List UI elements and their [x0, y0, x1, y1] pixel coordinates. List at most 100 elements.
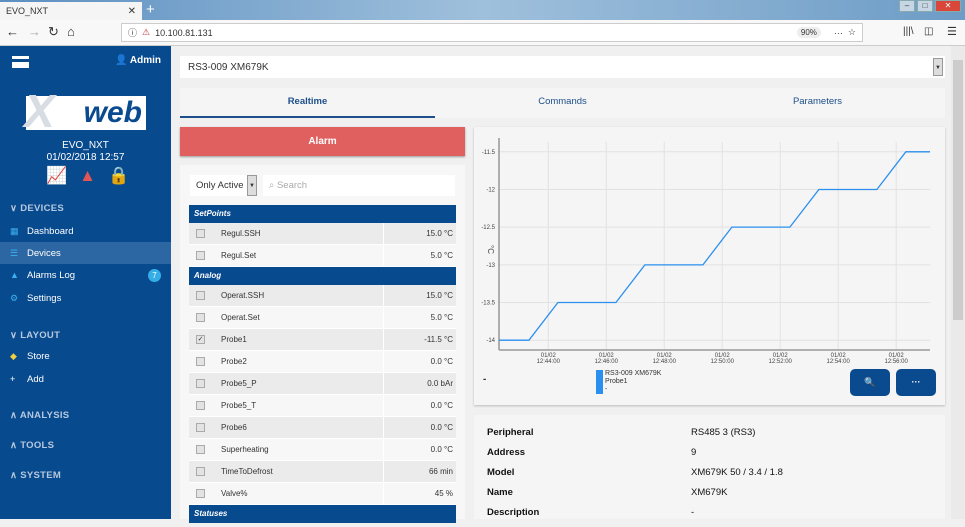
- section-tools[interactable]: ∧ TOOLS: [10, 440, 54, 451]
- sidebar-item-dashboard[interactable]: ▦ Dashboard: [0, 220, 171, 242]
- chevron-down-icon[interactable]: ▼: [933, 58, 943, 76]
- gear-icon: ⚙: [10, 292, 19, 303]
- browser-toolbar: ← → ↻ ⌂ ⓘ ⚠ 10.100.81.131 90% ··· ☆ |||\ ◫ ☰: [0, 20, 965, 46]
- x-tick-time: 12:54:00: [827, 359, 851, 365]
- row-checkbox[interactable]: [196, 357, 205, 366]
- variable-value: 5.0 °C: [430, 251, 453, 260]
- zoom-level[interactable]: 90%: [796, 27, 821, 38]
- url-bar[interactable]: ⓘ ⚠ 10.100.81.131 90% ··· ☆: [121, 23, 863, 42]
- home-icon[interactable]: ⌂: [67, 24, 75, 39]
- reload-icon[interactable]: ↻: [48, 24, 59, 40]
- y-tick-label: -11.5: [482, 150, 496, 156]
- bookmark-star-icon[interactable]: ☆: [848, 27, 856, 38]
- sidebar-item-devices[interactable]: ☰ Devices: [0, 242, 171, 264]
- store-icon: ◆: [10, 350, 17, 361]
- y-tick-label: -13.5: [481, 301, 495, 307]
- table-row: TimeToDefrost 66 min: [189, 461, 456, 483]
- tab-commands[interactable]: Commands: [435, 88, 690, 118]
- table-row: Operat.SSH 15.0 °C: [189, 285, 456, 307]
- section-devices[interactable]: ∨ DEVICES: [10, 203, 64, 214]
- table-row: Superheating 0.0 °C: [189, 439, 456, 461]
- tab-title: EVO_NXT: [6, 6, 49, 16]
- info-label: Description: [487, 507, 540, 518]
- y-tick-label: -12: [486, 187, 495, 193]
- window-close-icon[interactable]: ✕: [935, 0, 961, 12]
- user-menu[interactable]: 👤 Admin: [115, 55, 161, 66]
- tab-parameters[interactable]: Parameters: [690, 88, 945, 118]
- minimize-icon[interactable]: –: [899, 0, 915, 12]
- row-checkbox[interactable]: [196, 467, 205, 476]
- row-checkbox[interactable]: [196, 445, 205, 454]
- y-tick-label: -13: [486, 263, 495, 269]
- row-checkbox[interactable]: [196, 251, 205, 260]
- sidebar-item-add[interactable]: + Add: [0, 368, 171, 390]
- group-header: Analog: [189, 267, 456, 285]
- alarm-icon: ▲: [10, 270, 19, 280]
- variable-value: 0.0 °C: [430, 445, 453, 454]
- info-label: Address: [487, 447, 526, 458]
- library-icon[interactable]: |||\: [903, 26, 914, 37]
- info-value: XM679K: [691, 487, 728, 498]
- row-checkbox[interactable]: [196, 423, 205, 432]
- variable-name: Probe1: [221, 329, 384, 350]
- more-options-button[interactable]: ···: [896, 369, 936, 396]
- variable-name: Operat.Set: [221, 307, 384, 328]
- row-checkbox[interactable]: ✓: [196, 335, 205, 344]
- info-row: Model XM679K 50 / 3.4 / 1.8: [487, 467, 783, 487]
- row-checkbox[interactable]: [196, 379, 205, 388]
- search-input[interactable]: ⌕ Search: [263, 175, 455, 196]
- info-value: RS485 3 (RS3): [691, 427, 756, 438]
- more-icon[interactable]: ···: [834, 28, 843, 38]
- sidebar-item-settings[interactable]: ⚙ Settings: [0, 287, 171, 309]
- sidebar-toggle-icon[interactable]: ◫: [924, 26, 933, 37]
- chevron-down-icon[interactable]: ▼: [247, 175, 257, 196]
- new-tab-icon[interactable]: +: [146, 1, 155, 18]
- x-tick-time: 12:44:00: [537, 359, 561, 365]
- filter-select[interactable]: Only Active: [190, 175, 248, 196]
- back-icon[interactable]: ←: [6, 24, 19, 39]
- variable-name: Probe5_T: [221, 395, 384, 416]
- lock-icon[interactable]: 🔒: [108, 166, 129, 186]
- table-row: Probe2 0.0 °C: [189, 351, 456, 373]
- section-layout[interactable]: ∨ LAYOUT: [10, 330, 60, 341]
- warning-icon[interactable]: ▲: [79, 166, 96, 186]
- row-checkbox[interactable]: [196, 291, 205, 300]
- row-checkbox[interactable]: [196, 313, 205, 322]
- table-row: Operat.Set 5.0 °C: [189, 307, 456, 329]
- monitor-icon[interactable]: 📈: [46, 166, 67, 186]
- forward-icon[interactable]: →: [28, 24, 41, 39]
- info-value: -: [691, 507, 695, 518]
- insecure-icon: ⚠: [142, 27, 151, 37]
- scrollbar-thumb[interactable]: [953, 60, 963, 320]
- info-row: Peripheral RS485 3 (RS3): [487, 427, 755, 447]
- hamburger-menu-icon[interactable]: [12, 56, 29, 68]
- device-select[interactable]: RS3-009 XM679K ▼: [180, 56, 945, 78]
- maximize-icon[interactable]: □: [917, 0, 933, 12]
- section-analysis[interactable]: ∧ ANALYSIS: [10, 410, 69, 421]
- variable-value: 15.0 °C: [426, 229, 453, 238]
- device-select-value: RS3-009 XM679K: [188, 61, 269, 73]
- row-checkbox[interactable]: [196, 489, 205, 498]
- table-row: Regul.SSH 15.0 °C: [189, 223, 456, 245]
- close-tab-icon[interactable]: ✕: [128, 6, 136, 17]
- row-checkbox[interactable]: [196, 229, 205, 238]
- dashboard-icon: ▦: [10, 225, 19, 236]
- info-value: XM679K 50 / 3.4 / 1.8: [691, 467, 783, 478]
- zoom-search-button[interactable]: 🔍: [850, 369, 890, 396]
- menu-icon[interactable]: ☰: [947, 25, 957, 38]
- info-row: Description -: [487, 507, 694, 527]
- alarm-button[interactable]: Alarm: [180, 127, 465, 156]
- table-row: Probe5_P 0.0 bAr: [189, 373, 456, 395]
- y-tick-label: -14: [486, 338, 495, 344]
- variable-name: Probe6: [221, 417, 384, 438]
- xweb-logo: Xweb: [24, 88, 146, 134]
- sidebar-item-store[interactable]: ◆ Store: [0, 345, 171, 367]
- variable-value: 0.0 °C: [430, 401, 453, 410]
- row-checkbox[interactable]: [196, 401, 205, 410]
- tab-realtime[interactable]: Realtime: [180, 88, 435, 118]
- y-axis-label: °C: [486, 245, 495, 254]
- section-system[interactable]: ∧ SYSTEM: [10, 470, 61, 481]
- group-header: SetPoints: [189, 205, 456, 223]
- sidebar-item-alarms-log[interactable]: ▲ Alarms Log 7: [0, 264, 171, 286]
- browser-tab[interactable]: EVO_NXT ✕: [0, 2, 142, 20]
